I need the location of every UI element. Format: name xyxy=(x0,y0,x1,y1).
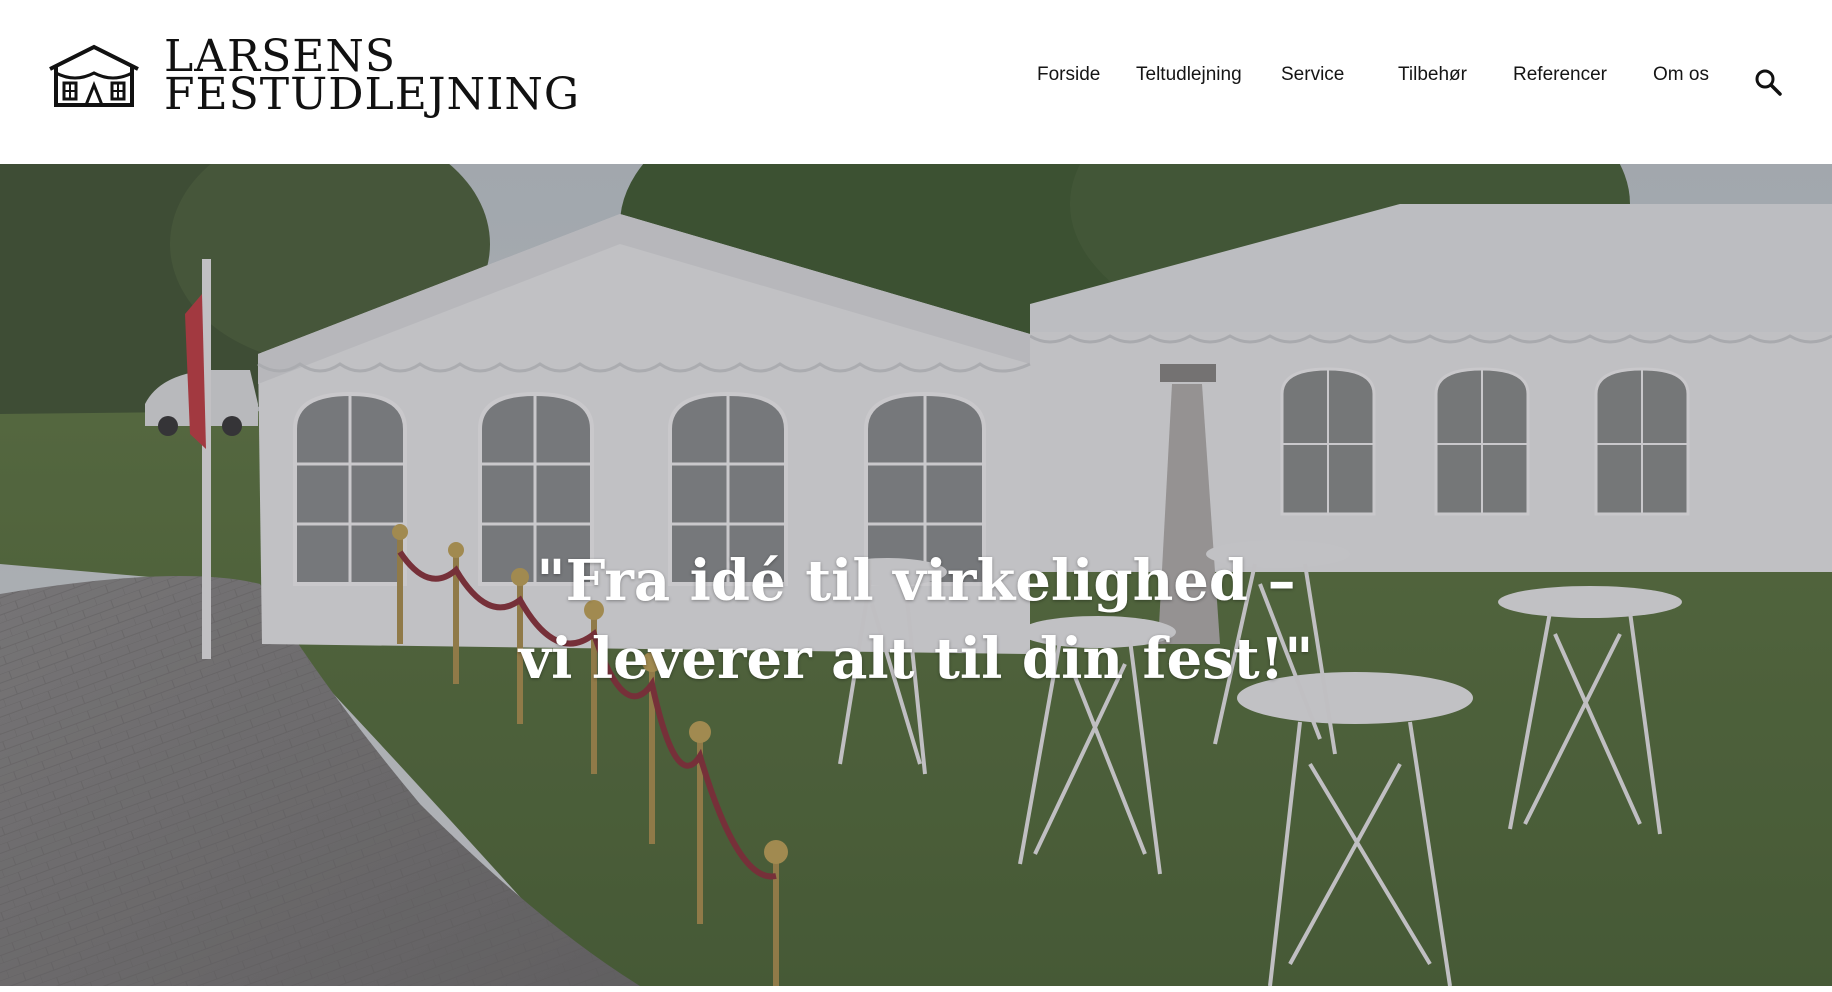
nav-item-forside[interactable]: Forside xyxy=(1037,64,1100,86)
tent-house-icon xyxy=(49,44,139,107)
search-button[interactable] xyxy=(1752,66,1784,98)
site-header: LARSENS FESTUDLEJNING Forside Teltudlejn… xyxy=(0,0,1832,164)
hero-headline: "Fra idé til virkelighed – vi leverer al… xyxy=(0,542,1832,698)
nav-item-service[interactable]: Service xyxy=(1281,64,1344,86)
nav-item-teltudlejning[interactable]: Teltudlejning xyxy=(1136,64,1242,86)
search-icon xyxy=(1755,69,1782,96)
site-logo[interactable]: LARSENS FESTUDLEJNING xyxy=(46,35,581,120)
hero-headline-line-1: "Fra idé til virkelighed – xyxy=(536,547,1296,614)
logo-wordmark: LARSENS FESTUDLEJNING xyxy=(164,35,581,120)
logo-line-2: FESTUDLEJNING xyxy=(164,69,581,120)
hero-headline-line-2: vi leverer alt til din fest!" xyxy=(518,625,1314,692)
nav-item-tilbehor[interactable]: Tilbehør xyxy=(1398,64,1467,86)
nav-item-referencer[interactable]: Referencer xyxy=(1513,64,1607,86)
page-bottom-edge xyxy=(0,986,1832,992)
nav-item-om-os[interactable]: Om os xyxy=(1653,64,1709,86)
hero-banner: "Fra idé til virkelighed – vi leverer al… xyxy=(0,164,1832,986)
